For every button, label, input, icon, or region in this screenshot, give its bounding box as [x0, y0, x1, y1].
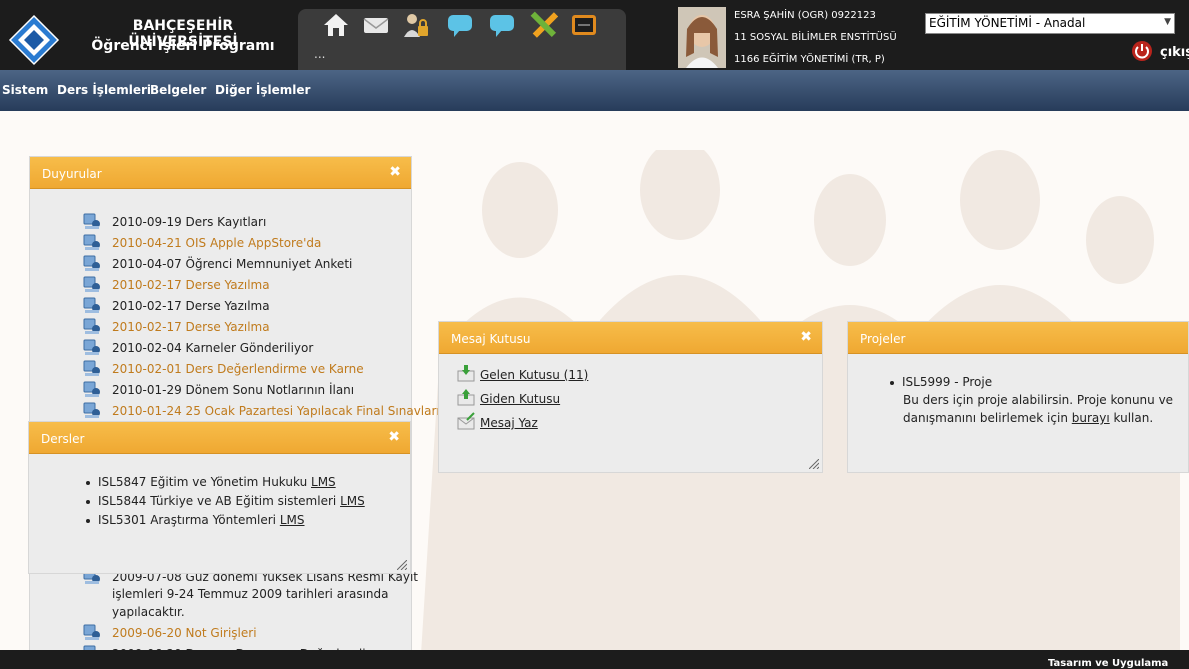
announcement-text: 2010-01-29 Dönem Sonu Notlarının İlanı — [112, 383, 355, 397]
panel-title: Mesaj Kutusu — [451, 332, 531, 346]
projects-header[interactable]: Projeler — [848, 322, 1188, 354]
announcement-icon — [83, 402, 100, 418]
announcement-text: 2010-02-17 Derse Yazılma — [112, 278, 270, 292]
pencil-ruler-icon[interactable] — [530, 11, 558, 39]
announcement-icon — [83, 276, 100, 292]
compose-icon — [457, 412, 475, 430]
chat-icon[interactable] — [446, 11, 474, 39]
courses-panel: Dersler ✖ ISL5847 Eğitim ve Yönetim Huku… — [28, 421, 411, 574]
toolbar-more[interactable]: ... — [314, 47, 325, 61]
announcement-icon — [83, 381, 100, 397]
lms-link[interactable]: LMS — [340, 494, 365, 508]
announcements-panel: Duyurular ✖ 2010-09-19 Ders Kayıtları 201… — [29, 156, 440, 669]
panel-title: Dersler — [41, 432, 85, 446]
lms-link[interactable]: LMS — [311, 475, 336, 489]
menu-ders-islemleri[interactable]: Ders İşlemleri — [57, 83, 151, 97]
panel-title: Projeler — [860, 332, 906, 346]
inbox-icon — [457, 365, 475, 382]
project-description-line2: danışmanını belirlemek için burayı kulla… — [903, 411, 1154, 425]
logout-link[interactable]: çıkış — [1160, 45, 1189, 60]
announcement-text: 2010-04-07 Öğrenci Memnuniyet Anketi — [112, 257, 353, 271]
home-icon[interactable] — [322, 11, 350, 39]
resize-grip-icon[interactable] — [397, 560, 407, 570]
announcement-text: 2010-02-17 Derse Yazılma — [112, 299, 270, 313]
course-label: ISL5844 Türkiye ve AB Eğitim sistemleri — [98, 494, 337, 508]
announcement-text: 2010-04-21 OIS Apple AppStore'da — [112, 236, 322, 250]
projects-panel: Projeler ISL5999 - Proje Bu ders için pr… — [847, 321, 1189, 473]
close-icon[interactable]: ✖ — [388, 429, 400, 445]
announcement-text: 2010-02-01 Ders Değerlendirme ve Karne — [112, 362, 364, 376]
program-select[interactable]: EĞİTİM YÖNETİMİ - Anadal ▼ — [925, 13, 1175, 34]
announcement-icon — [83, 360, 100, 376]
user-institute: 11 SOSYAL BİLİMLER ENSTİTÜSÜ — [734, 32, 897, 43]
power-icon[interactable] — [1131, 40, 1153, 62]
quick-toolbar: ... — [298, 9, 626, 70]
main-menu: Sistem Ders İşlemleri Belgeler Diğer İşl… — [0, 70, 1189, 111]
outbox-icon — [457, 389, 475, 406]
message-box-header[interactable]: Mesaj Kutusu ✖ — [439, 322, 822, 354]
course-item: ISL5844 Türkiye ve AB Eğitim sistemleri … — [86, 494, 365, 508]
close-icon[interactable]: ✖ — [389, 164, 401, 180]
notes-icon[interactable] — [570, 11, 598, 39]
user-avatar — [678, 7, 726, 68]
course-item: ISL5847 Eğitim ve Yönetim Hukuku LMS — [86, 475, 336, 489]
announcement-icon — [83, 234, 100, 250]
resize-grip-icon[interactable] — [809, 459, 819, 469]
project-link[interactable]: burayı — [1072, 411, 1110, 425]
university-logo — [8, 14, 60, 66]
user-department: 1166 EĞİTİM YÖNETİMİ (TR, P) — [734, 54, 885, 65]
program-name: Öğrenci İşleri Programı — [91, 38, 275, 54]
menu-belgeler[interactable]: Belgeler — [150, 83, 206, 97]
project-description-line1: Bu ders için proje alabilirsin. Proje ko… — [903, 393, 1174, 407]
announcement-icon — [83, 213, 100, 229]
project-title: ISL5999 - Proje — [902, 375, 993, 389]
announcement-text: 2010-09-19 Ders Kayıtları — [112, 215, 267, 229]
announcement-icon — [83, 318, 100, 334]
menu-sistem[interactable]: Sistem — [2, 83, 48, 97]
lms-link[interactable]: LMS — [280, 513, 305, 527]
announcement-text: 2010-02-17 Derse Yazılma — [112, 320, 270, 334]
footer-bar — [0, 650, 1189, 669]
user-name: ESRA ŞAHİN (OGR) 0922123 — [734, 10, 876, 21]
close-icon[interactable]: ✖ — [800, 329, 812, 345]
program-select-value: EĞİTİM YÖNETİMİ - Anadal — [929, 16, 1086, 30]
announcement-icon — [83, 255, 100, 271]
announcement-icon — [83, 624, 100, 640]
announcement-text: 2010-01-24 25 Ocak Pazartesi Yapılacak F… — [112, 404, 440, 418]
course-label: ISL5301 Araştırma Yöntemleri — [98, 513, 277, 527]
announcement-icon — [83, 297, 100, 313]
project-item: ISL5999 - Proje — [890, 375, 992, 389]
course-label: ISL5847 Eğitim ve Yönetim Hukuku — [98, 475, 308, 489]
announcements-header[interactable]: Duyurular ✖ — [30, 157, 411, 189]
courses-header[interactable]: Dersler ✖ — [29, 422, 410, 454]
user-lock-icon[interactable] — [402, 11, 430, 39]
course-item: ISL5301 Araştırma Yöntemleri LMS — [86, 513, 305, 527]
announcement-text: işlemleri 9-24 Temmuz 2009 tarihleri ara… — [112, 587, 389, 601]
mail-icon[interactable] — [362, 11, 390, 39]
menu-diger-islemler[interactable]: Diğer İşlemler — [215, 83, 310, 97]
chat-icon[interactable] — [488, 11, 516, 39]
announcement-icon — [83, 339, 100, 355]
app-header: BAHÇEŞEHİR ÜNİVERSİTESİ Öğrenci İşleri P… — [0, 0, 1189, 70]
footer-credit: Tasarım ve Uygulama — [1048, 658, 1169, 669]
announcement-text: 2010-02-04 Karneler Gönderiliyor — [112, 341, 314, 355]
panel-title: Duyurular — [42, 167, 102, 181]
chevron-down-icon: ▼ — [1164, 17, 1171, 27]
announcement-text: 2009-06-20 Not Girişleri — [112, 626, 257, 640]
message-box-panel: Mesaj Kutusu ✖ Gelen Kutusu (11) Giden K… — [438, 321, 823, 473]
announcement-text: yapılacaktır. — [112, 605, 185, 619]
